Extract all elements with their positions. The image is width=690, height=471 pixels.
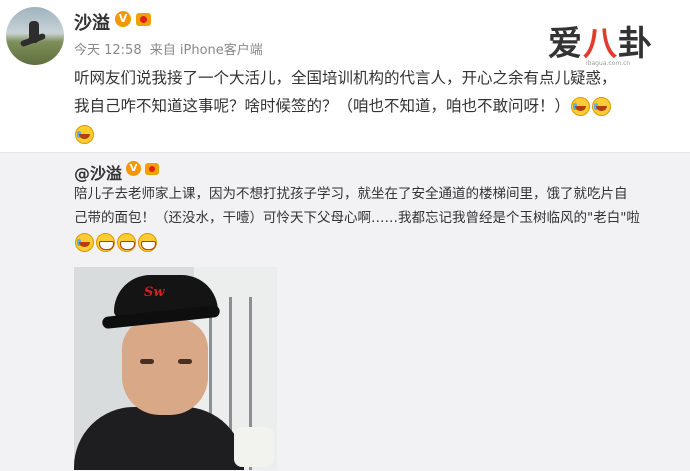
photo-cap-logo: Sw (144, 285, 165, 300)
vip-crown-icon (144, 160, 162, 177)
post-source: 来自 iPhone客户端 (149, 43, 263, 58)
post-line-text: 听网友们说我接了一个大活儿，全国培训机构的代言人，开心之余有点儿疑惑， (74, 69, 617, 87)
post-time[interactable]: 今天 12:58 (74, 43, 142, 58)
verified-v-icon: V (115, 11, 131, 27)
post-line: 听网友们说我接了一个大活儿，全国培训机构的代言人，开心之余有点儿疑惑， (74, 64, 674, 92)
watermark-brand-mid: 八 (583, 24, 618, 64)
post-line: 我自己咋不知道这事呢？啥时候签的？（咱也不知道，咱也不敢问呀！） (74, 92, 674, 120)
repost-line-text: 陪儿子去老师家上课，因为不想打扰孩子学习，就坐在了安全通道的楼梯间里，饿了就吃片… (74, 186, 628, 202)
repost-line-text: 己带的面包！（还没水，干噎）可怜天下父母心啊……我都忘记我曾经是个玉树临风的"老… (74, 210, 640, 226)
verified-v-icon: V (126, 161, 141, 176)
post-line-text: 我自己咋不知道这事呢？啥时候签的？（咱也不知道，咱也不敢问呀！） (74, 97, 571, 115)
repost-photo[interactable]: Sw (74, 267, 277, 470)
laugh-cry-emoji-icon (75, 125, 94, 144)
watermark-brand-left: 爱 (548, 24, 583, 64)
repost-line: 陪儿子去老师家上课，因为不想打扰孩子学习，就坐在了安全通道的楼梯间里，饿了就吃片… (74, 182, 678, 206)
watermark-brand-right: 卦 (618, 24, 653, 64)
laugh-cry-emoji-icon (571, 97, 591, 116)
photo-eye (178, 359, 192, 364)
crown-dot (140, 16, 147, 23)
repost-author[interactable]: @沙溢 (74, 160, 122, 184)
post-body: 听网友们说我接了一个大活儿，全国培训机构的代言人，开心之余有点儿疑惑， 我自己咋… (74, 64, 674, 148)
grin-emoji-icon (138, 232, 157, 252)
crown-dot (149, 166, 155, 172)
grin-emoji-icon (96, 232, 115, 252)
laugh-cry-emoji-icon (592, 97, 612, 116)
repost-body: 陪儿子去老师家上课，因为不想打扰孩子学习，就坐在了安全通道的楼梯间里，饿了就吃片… (74, 182, 678, 254)
author-avatar[interactable] (6, 7, 64, 65)
photo-eye (140, 359, 154, 364)
post-meta: 今天 12:58 来自 iPhone客户端 (74, 39, 267, 58)
photo-face (122, 319, 208, 415)
grin-emoji-icon (117, 232, 136, 252)
vip-crown-icon (134, 10, 154, 28)
repost-emoji-row (74, 230, 678, 254)
author-name[interactable]: 沙溢 (74, 9, 110, 35)
watermark-brand: 爱八卦 (548, 16, 653, 65)
repost-line: 己带的面包！（还没水，干噎）可怜天下父母心啊……我都忘记我曾经是个玉树临风的"老… (74, 206, 678, 230)
photo-bag (234, 427, 274, 467)
laugh-cry-emoji-icon (75, 232, 94, 252)
post-line (74, 120, 674, 148)
